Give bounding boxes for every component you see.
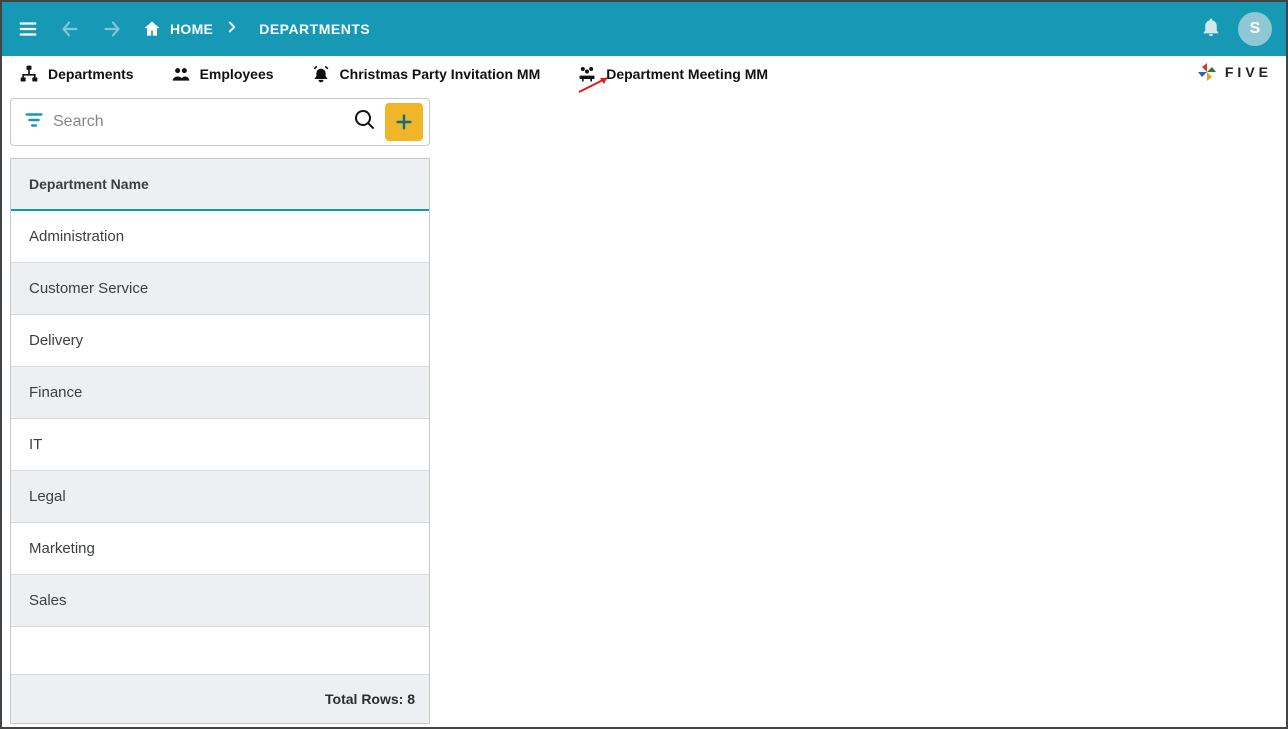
list-rows: Administration Customer Service Delivery… [11,211,429,627]
breadcrumb-home-label: HOME [170,21,213,37]
topbar: HOME DEPARTMENTS S [2,2,1286,56]
list-row-label: Legal [29,488,66,505]
brand-label: FIVE [1225,64,1272,80]
tab-departments[interactable]: Departments [14,58,138,90]
people-icon [170,64,192,84]
list-row-label: Administration [29,228,124,245]
list-row-label: IT [29,436,42,453]
list-panel: Department Name Administration Customer … [10,98,430,724]
plus-icon [393,111,415,133]
search-bar [10,98,430,146]
add-button[interactable] [385,103,423,141]
user-avatar-initial: S [1250,20,1261,38]
list-row[interactable]: Customer Service [11,263,429,315]
breadcrumb-current: DEPARTMENTS [259,21,370,37]
tab-label: Christmas Party Invitation MM [340,66,541,82]
search-button[interactable] [353,108,377,137]
list-row-label: Marketing [29,540,95,557]
pinwheel-icon [1195,60,1219,84]
brand-logo: FIVE [1195,60,1272,84]
list-row[interactable]: Delivery [11,315,429,367]
tab-label: Department Meeting MM [606,66,768,82]
filter-icon[interactable] [23,109,45,136]
list-row[interactable]: Administration [11,211,429,263]
breadcrumb-home[interactable]: HOME [142,19,213,39]
search-input[interactable] [53,113,345,131]
tab-christmas-party[interactable]: Christmas Party Invitation MM [306,58,545,90]
nav-forward-button[interactable] [94,11,130,47]
bell-ring-icon [310,64,332,84]
list-footer-label: Total Rows: 8 [325,691,415,707]
tab-label: Employees [200,66,274,82]
home-icon [142,19,162,39]
bell-icon [1200,16,1222,38]
tabstrip: Departments Employees Christmas Party In… [2,56,1286,92]
nav-back-button[interactable] [52,11,88,47]
chevron-right-icon [223,18,241,41]
list-row[interactable]: Marketing [11,523,429,575]
notifications-button[interactable] [1200,16,1222,43]
list-row[interactable]: Sales [11,575,429,627]
tab-department-meeting[interactable]: Department Meeting MM [572,58,772,90]
list-empty-row [11,627,429,675]
breadcrumb: HOME DEPARTMENTS [142,18,370,41]
sitemap-icon [18,64,40,84]
hamburger-menu-button[interactable] [10,11,46,47]
list-header[interactable]: Department Name [11,159,429,211]
list-row-label: Finance [29,384,82,401]
list-row[interactable]: Finance [11,367,429,419]
list-footer: Total Rows: 8 [11,675,429,723]
list-row[interactable]: Legal [11,471,429,523]
tab-label: Departments [48,66,134,82]
list-header-label: Department Name [29,176,149,192]
department-list: Department Name Administration Customer … [10,158,430,724]
list-row-label: Customer Service [29,280,148,297]
tab-employees[interactable]: Employees [166,58,278,90]
meeting-icon [576,64,598,84]
user-avatar[interactable]: S [1238,12,1272,46]
list-row[interactable]: IT [11,419,429,471]
list-row-label: Delivery [29,332,83,349]
list-row-label: Sales [29,592,67,609]
